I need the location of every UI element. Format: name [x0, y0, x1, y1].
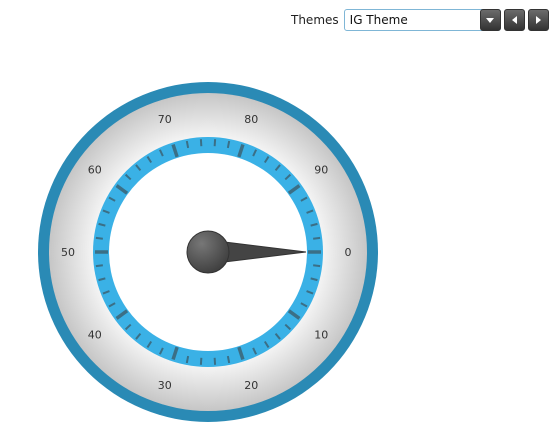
scale-label: 40 — [88, 328, 102, 341]
minor-tick — [95, 236, 103, 240]
scale-label: 50 — [61, 246, 75, 259]
minor-tick — [226, 355, 231, 364]
minor-tick — [226, 140, 231, 149]
minor-tick — [95, 264, 103, 268]
scale-label: 10 — [314, 328, 328, 341]
scale-label: 20 — [244, 379, 258, 392]
scale-label: 80 — [244, 113, 258, 126]
radial-gauge: 0 10 20 30 40 50 60 70 80 90 — [38, 82, 378, 422]
scale-label: 30 — [158, 379, 172, 392]
minor-tick — [185, 140, 190, 149]
gauge-needle-cap — [186, 230, 230, 274]
minor-tick — [313, 236, 321, 240]
scale-label: 0 — [345, 246, 352, 259]
scale-label: 90 — [314, 164, 328, 177]
scale-label: 60 — [88, 164, 102, 177]
minor-tick — [185, 355, 190, 364]
scale-label: 70 — [158, 113, 172, 126]
minor-tick — [313, 264, 321, 268]
